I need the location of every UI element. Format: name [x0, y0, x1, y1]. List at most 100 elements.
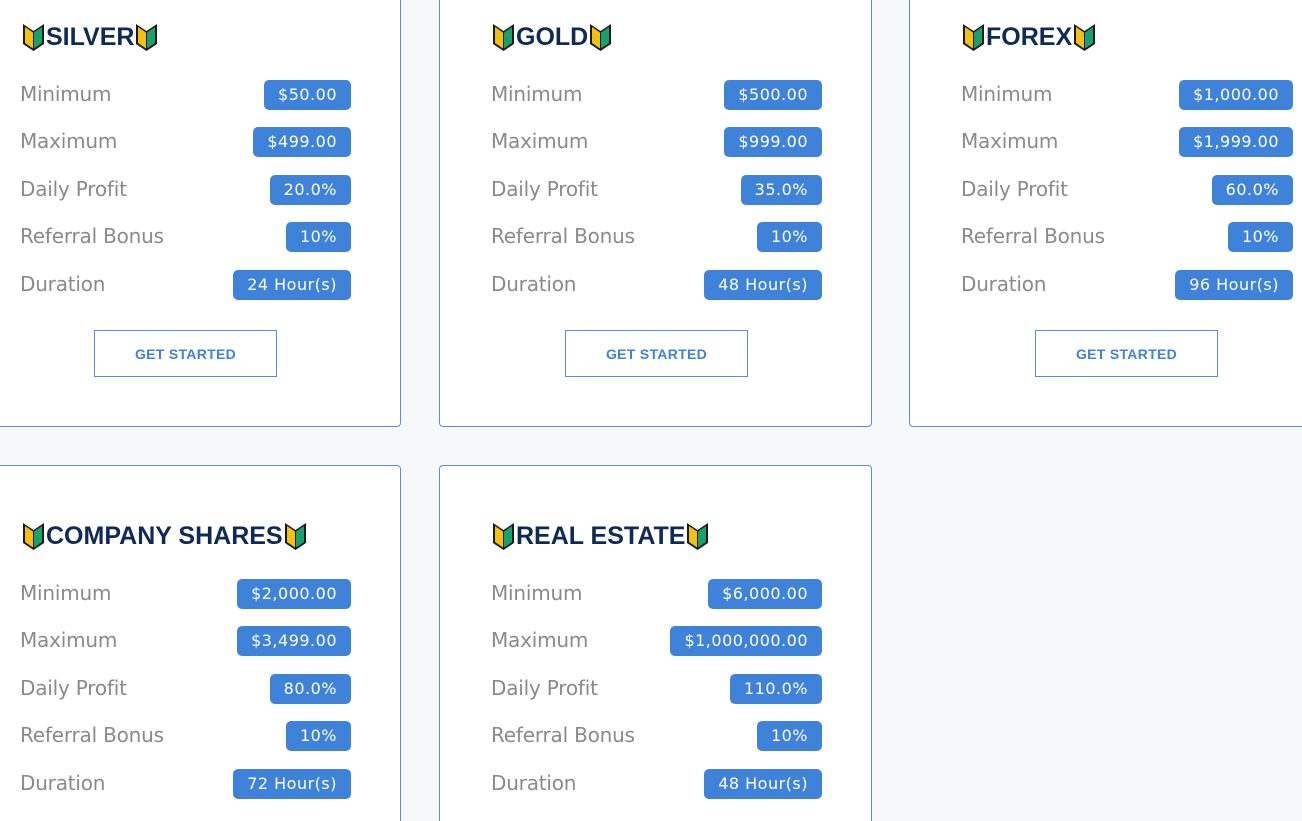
row-label: Referral Bonus: [20, 723, 164, 747]
row-duration: Duration 48 Hour(s): [491, 769, 822, 803]
beginner-shield-icon: [21, 22, 46, 52]
row-daily-profit: Daily Profit 60.0%: [961, 175, 1293, 209]
duration-value-badge: 48 Hour(s): [704, 270, 822, 300]
referral-bonus-value-badge: 10%: [756, 721, 822, 751]
row-referral-bonus: Referral Bonus 10%: [491, 721, 822, 755]
row-label: Duration: [20, 771, 106, 795]
row-minimum: Minimum $500.00: [491, 80, 822, 114]
row-maximum: Maximum $3,499.00: [20, 626, 351, 660]
row-referral-bonus: Referral Bonus 10%: [491, 222, 822, 256]
minimum-value-badge: $1,000.00: [1179, 80, 1293, 110]
plan-card-forex: FOREX Minimum $1,000.00 Maximum $1,999.0…: [909, 0, 1302, 427]
minimum-value-badge: $50.00: [264, 80, 351, 110]
row-label: Maximum: [491, 129, 589, 153]
row-label: Daily Profit: [491, 177, 598, 201]
get-started-button[interactable]: GET STARTED: [565, 330, 748, 377]
plan-card-real-estate: REAL ESTATE Minimum $6,000.00 Maximum $1…: [439, 465, 872, 821]
row-maximum: Maximum $499.00: [20, 127, 351, 161]
beginner-shield-icon: [491, 22, 516, 52]
row-label: Referral Bonus: [491, 723, 635, 747]
row-maximum: Maximum $1,999.00: [961, 127, 1293, 161]
row-label: Duration: [20, 272, 106, 296]
row-label: Minimum: [961, 82, 1053, 106]
row-label: Minimum: [20, 82, 112, 106]
row-minimum: Minimum $1,000.00: [961, 80, 1293, 114]
row-label: Daily Profit: [20, 676, 127, 700]
row-duration: Duration 96 Hour(s): [961, 270, 1293, 304]
row-label: Minimum: [491, 82, 583, 106]
row-label: Referral Bonus: [961, 224, 1105, 248]
maximum-value-badge: $1,999.00: [1179, 127, 1293, 157]
beginner-shield-icon: [961, 22, 986, 52]
maximum-value-badge: $3,499.00: [237, 626, 351, 656]
daily-profit-value-badge: 110.0%: [729, 674, 822, 704]
referral-bonus-value-badge: 10%: [285, 222, 351, 252]
row-label: Maximum: [20, 628, 118, 652]
row-label: Duration: [961, 272, 1047, 296]
row-label: Referral Bonus: [491, 224, 635, 248]
row-label: Maximum: [20, 129, 118, 153]
row-daily-profit: Daily Profit 35.0%: [491, 175, 822, 209]
row-maximum: Maximum $1,000,000.00: [491, 626, 822, 660]
plan-name: COMPANY SHARES: [46, 521, 283, 550]
row-label: Minimum: [491, 581, 583, 605]
row-daily-profit: Daily Profit 110.0%: [491, 674, 822, 708]
row-duration: Duration 48 Hour(s): [491, 270, 822, 304]
daily-profit-value-badge: 35.0%: [740, 175, 822, 205]
plan-name: GOLD: [516, 22, 589, 51]
row-label: Referral Bonus: [20, 224, 164, 248]
daily-profit-value-badge: 80.0%: [269, 674, 351, 704]
row-label: Duration: [491, 272, 577, 296]
row-label: Minimum: [20, 581, 112, 605]
row-daily-profit: Daily Profit 80.0%: [20, 674, 351, 708]
duration-value-badge: 48 Hour(s): [704, 769, 822, 799]
plan-title: REAL ESTATE: [491, 519, 710, 553]
plan-card-silver: SILVER Minimum $50.00 Maximum $499.00 Da…: [0, 0, 401, 427]
row-duration: Duration 72 Hour(s): [20, 769, 351, 803]
row-maximum: Maximum $999.00: [491, 127, 822, 161]
row-label: Daily Profit: [20, 177, 127, 201]
plan-title: SILVER: [21, 20, 159, 54]
row-label: Duration: [491, 771, 577, 795]
plan-title: FOREX: [961, 20, 1097, 54]
row-minimum: Minimum $50.00: [20, 80, 351, 114]
maximum-value-badge: $999.00: [724, 127, 822, 157]
plan-name: REAL ESTATE: [516, 521, 686, 550]
daily-profit-value-badge: 60.0%: [1211, 175, 1293, 205]
get-started-button[interactable]: GET STARTED: [1035, 330, 1218, 377]
plans-grid: SILVER Minimum $50.00 Maximum $499.00 Da…: [0, 0, 1302, 821]
get-started-button[interactable]: GET STARTED: [94, 330, 277, 377]
beginner-shield-icon: [685, 521, 710, 551]
referral-bonus-value-badge: 10%: [285, 721, 351, 751]
beginner-shield-icon: [134, 22, 159, 52]
row-minimum: Minimum $6,000.00: [491, 579, 822, 613]
row-label: Maximum: [491, 628, 589, 652]
row-referral-bonus: Referral Bonus 10%: [20, 222, 351, 256]
maximum-value-badge: $499.00: [253, 127, 351, 157]
plan-title: GOLD: [491, 20, 613, 54]
maximum-value-badge: $1,000,000.00: [670, 626, 822, 656]
duration-value-badge: 24 Hour(s): [233, 270, 351, 300]
row-referral-bonus: Referral Bonus 10%: [961, 222, 1293, 256]
beginner-shield-icon: [588, 22, 613, 52]
referral-bonus-value-badge: 10%: [756, 222, 822, 252]
duration-value-badge: 96 Hour(s): [1175, 270, 1293, 300]
duration-value-badge: 72 Hour(s): [233, 769, 351, 799]
plan-name: SILVER: [46, 22, 135, 51]
plan-card-company-shares: COMPANY SHARES Minimum $2,000.00 Maximum…: [0, 465, 401, 821]
plan-title: COMPANY SHARES: [21, 519, 308, 553]
referral-bonus-value-badge: 10%: [1227, 222, 1293, 252]
row-label: Daily Profit: [961, 177, 1068, 201]
daily-profit-value-badge: 20.0%: [269, 175, 351, 205]
row-referral-bonus: Referral Bonus 10%: [20, 721, 351, 755]
beginner-shield-icon: [1072, 22, 1097, 52]
row-daily-profit: Daily Profit 20.0%: [20, 175, 351, 209]
minimum-value-badge: $2,000.00: [237, 579, 351, 609]
row-minimum: Minimum $2,000.00: [20, 579, 351, 613]
row-label: Maximum: [961, 129, 1059, 153]
plan-name: FOREX: [986, 22, 1073, 51]
beginner-shield-icon: [283, 521, 308, 551]
minimum-value-badge: $500.00: [724, 80, 822, 110]
beginner-shield-icon: [491, 521, 516, 551]
row-label: Daily Profit: [491, 676, 598, 700]
